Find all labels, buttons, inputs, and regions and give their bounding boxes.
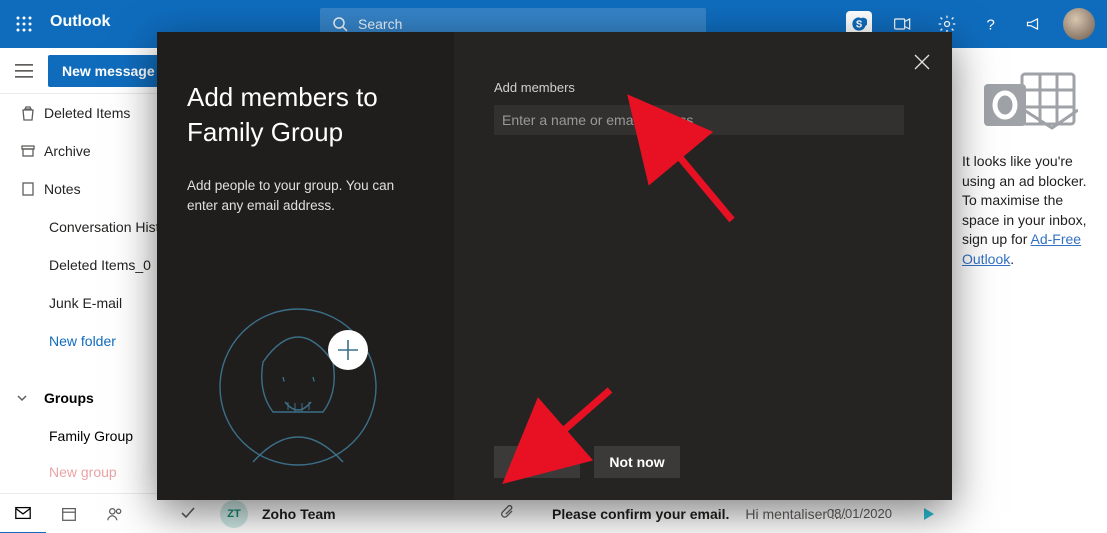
group-item-label: Family Group xyxy=(49,428,133,444)
close-icon[interactable] xyxy=(914,54,930,75)
add-members-dialog: Add members toFamily Group Add people to… xyxy=(157,32,952,500)
calendar-module-icon[interactable] xyxy=(46,494,92,533)
hamburger-icon[interactable] xyxy=(0,48,48,94)
ad-text: It looks like you're using an ad blocker… xyxy=(962,152,1097,270)
add-button[interactable]: Add xyxy=(494,446,580,478)
brand-label: Outlook xyxy=(48,13,120,35)
megaphone-icon[interactable] xyxy=(1013,0,1057,48)
chevron-down-icon xyxy=(12,392,32,404)
member-input[interactable] xyxy=(494,105,904,135)
folder-label: Archive xyxy=(44,143,91,159)
attachment-icon xyxy=(500,504,514,523)
message-subject: Please confirm your email. xyxy=(552,506,729,522)
mail-module-icon[interactable] xyxy=(0,494,46,533)
person-add-illustration xyxy=(213,302,383,472)
dialog-title: Add members toFamily Group xyxy=(187,80,424,150)
ad-post: . xyxy=(1010,251,1014,267)
sender-avatar: ZT xyxy=(220,500,248,528)
groups-label: Groups xyxy=(44,390,94,406)
new-message-button[interactable]: New message xyxy=(48,55,169,87)
folder-label: Notes xyxy=(44,181,81,197)
people-module-icon[interactable] xyxy=(92,494,138,533)
dialog-subtitle: Add people to your group. You can enter … xyxy=(187,176,424,217)
not-now-button[interactable]: Not now xyxy=(594,446,680,478)
ad-panel: It looks like you're using an ad blocker… xyxy=(952,48,1107,493)
group-item-label: New group xyxy=(49,464,117,480)
search-icon xyxy=(332,16,348,32)
message-date: 08/01/2020 xyxy=(827,506,892,521)
folder-label: Junk E-mail xyxy=(49,295,122,311)
trash-icon xyxy=(12,105,44,121)
folder-label: Deleted Items xyxy=(44,105,130,121)
outlook-logo-icon xyxy=(982,70,1078,134)
note-icon xyxy=(12,181,44,197)
folder-label: Deleted Items_0 xyxy=(49,257,151,273)
folder-label: New folder xyxy=(49,333,116,349)
dialog-right-panel: Add members Add Not now xyxy=(454,32,952,500)
ad-indicator-icon xyxy=(924,508,934,520)
help-icon[interactable]: ? xyxy=(969,0,1013,48)
dialog-left-panel: Add members toFamily Group Add people to… xyxy=(157,32,454,500)
sender-name: Zoho Team xyxy=(262,506,462,522)
field-label: Add members xyxy=(494,80,904,95)
avatar[interactable] xyxy=(1063,8,1095,40)
archive-icon xyxy=(12,143,44,159)
svg-text:?: ? xyxy=(987,16,995,33)
app-launcher-icon[interactable] xyxy=(0,0,48,48)
search-input[interactable] xyxy=(356,15,694,33)
